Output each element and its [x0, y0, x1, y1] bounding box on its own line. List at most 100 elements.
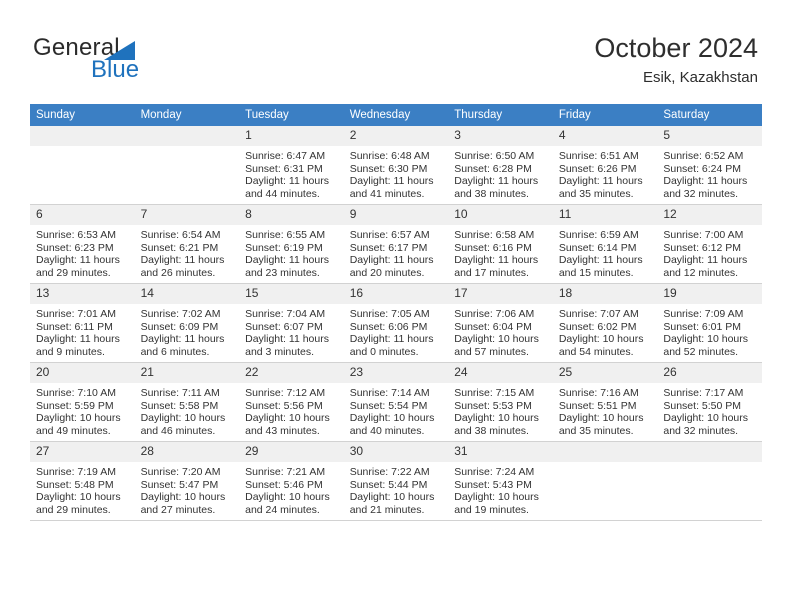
day-details: Sunrise: 7:19 AM Sunset: 5:48 PM Daylight:… — [30, 462, 135, 516]
sunset-text: Sunset: 5:50 PM — [663, 399, 742, 412]
daylight-text-line2: and 41 minutes. — [349, 187, 425, 200]
day-number: 19 — [657, 284, 762, 304]
daylight-text-line1: Daylight: 10 hours — [558, 333, 644, 346]
calendar-day-cell[interactable]: 17 Sunrise: 7:06 AM Sunset: 6:04 PM Dayligh… — [448, 283, 553, 363]
calendar-day-cell[interactable]: 10 Sunrise: 6:58 AM Sunset: 6:16 PM Dayligh… — [448, 204, 553, 284]
day-cell-inner: 10 Sunrise: 6:58 AM Sunset: 6:16 PM Dayligh… — [448, 205, 553, 283]
day-cell-inner: 14 Sunrise: 7:02 AM Sunset: 6:09 PM Dayligh… — [134, 284, 240, 362]
sunset-text: Sunset: 6:02 PM — [558, 320, 637, 333]
day-cell-inner: 7 Sunrise: 6:54 AM Sunset: 6:21 PM Daylight… — [134, 205, 240, 283]
sunrise-text: Sunrise: 7:21 AM — [245, 466, 326, 478]
day-number: 2 — [343, 126, 449, 146]
calendar-day-cell[interactable]: 14 Sunrise: 7:02 AM Sunset: 6:09 PM Dayligh… — [134, 283, 240, 363]
sunrise-text: Sunrise: 7:00 AM — [663, 229, 744, 241]
calendar-day-cell[interactable]: 5 Sunrise: 6:52 AM Sunset: 6:24 PM Daylight… — [657, 126, 762, 205]
day-details: Sunrise: 7:24 AM Sunset: 5:43 PM Daylight:… — [448, 462, 553, 516]
sunrise-text: Sunrise: 7:11 AM — [140, 387, 220, 399]
daylight-text-line1: Daylight: 10 hours — [349, 491, 435, 504]
day-details: Sunrise: 7:09 AM Sunset: 6:01 PM Daylight:… — [657, 304, 762, 358]
day-cell-inner: 29 Sunrise: 7:21 AM Sunset: 5:46 PM Dayligh… — [239, 442, 344, 520]
sunrise-text: Sunrise: 7:09 AM — [663, 308, 744, 320]
day-details: Sunrise: 7:22 AM Sunset: 5:44 PM Daylight:… — [344, 462, 449, 516]
calendar-day-cell[interactable]: 7 Sunrise: 6:54 AM Sunset: 6:21 PM Daylight… — [134, 204, 240, 284]
calendar-day-cell[interactable]: 11 Sunrise: 6:59 AM Sunset: 6:14 PM Dayligh… — [552, 204, 658, 284]
daylight-text-line2: and 15 minutes. — [558, 266, 634, 279]
day-number: 23 — [343, 363, 449, 383]
daylight-text-line2: and 20 minutes. — [349, 266, 425, 279]
sunset-text: Sunset: 6:31 PM — [245, 162, 323, 175]
day-details: Sunrise: 7:10 AM Sunset: 5:59 PM Daylight:… — [30, 383, 135, 437]
empty-day-strip — [134, 126, 240, 146]
calendar-day-cell[interactable]: 1 Sunrise: 6:47 AM Sunset: 6:31 PM Daylight… — [239, 126, 344, 205]
sunset-text: Sunset: 6:21 PM — [140, 241, 219, 254]
calendar-day-cell[interactable]: 25 Sunrise: 7:16 AM Sunset: 5:51 PM Dayligh… — [552, 362, 658, 442]
calendar-week-row: 20 Sunrise: 7:10 AM Sunset: 5:59 PM Dayligh… — [30, 362, 762, 442]
daylight-text-line1: Daylight: 11 hours — [663, 254, 748, 267]
calendar-day-cell[interactable]: 30 Sunrise: 7:22 AM Sunset: 5:44 PM Dayligh… — [343, 441, 449, 521]
calendar-header-row: Sunday Monday Tuesday Wednesday Thursday… — [30, 104, 762, 126]
day-number: 22 — [239, 363, 344, 383]
calendar-day-cell[interactable]: 19 Sunrise: 7:09 AM Sunset: 6:01 PM Dayligh… — [657, 283, 762, 363]
sunrise-text: Sunrise: 7:07 AM — [558, 308, 639, 320]
calendar-day-cell[interactable]: 27 Sunrise: 7:19 AM Sunset: 5:48 PM Dayligh… — [30, 441, 135, 521]
day-details: Sunrise: 7:21 AM Sunset: 5:46 PM Daylight:… — [239, 462, 344, 516]
day-details: Sunrise: 7:02 AM Sunset: 6:09 PM Daylight:… — [135, 304, 240, 358]
sunrise-text: Sunrise: 7:22 AM — [349, 466, 430, 478]
daylight-text-line1: Daylight: 11 hours — [36, 254, 120, 267]
calendar-day-cell[interactable]: 22 Sunrise: 7:12 AM Sunset: 5:56 PM Dayligh… — [239, 362, 344, 442]
day-number: 30 — [343, 442, 449, 462]
calendar-day-cell[interactable]: 31 Sunrise: 7:24 AM Sunset: 5:43 PM Dayligh… — [448, 441, 553, 521]
sunrise-text: Sunrise: 7:14 AM — [349, 387, 430, 399]
sunset-text: Sunset: 6:19 PM — [245, 241, 323, 254]
calendar-day-cell[interactable]: 16 Sunrise: 7:05 AM Sunset: 6:06 PM Dayligh… — [343, 283, 449, 363]
calendar-day-cell[interactable]: 26 Sunrise: 7:17 AM Sunset: 5:50 PM Dayligh… — [657, 362, 762, 442]
sunrise-text: Sunrise: 6:50 AM — [454, 150, 535, 162]
calendar-day-cell[interactable]: 8 Sunrise: 6:55 AM Sunset: 6:19 PM Daylight… — [239, 204, 344, 284]
calendar-day-cell[interactable]: 18 Sunrise: 7:07 AM Sunset: 6:02 PM Dayligh… — [552, 283, 658, 363]
daylight-text-line2: and 23 minutes. — [245, 266, 320, 279]
day-cell-inner: 22 Sunrise: 7:12 AM Sunset: 5:56 PM Dayligh… — [239, 363, 344, 441]
general-blue-logo[interactable]: General Blue — [33, 34, 213, 84]
calendar-day-cell[interactable]: 4 Sunrise: 6:51 AM Sunset: 6:26 PM Daylight… — [552, 126, 658, 205]
calendar-day-cell[interactable]: 6 Sunrise: 6:53 AM Sunset: 6:23 PM Daylight… — [30, 204, 135, 284]
daylight-text-line1: Daylight: 10 hours — [140, 412, 226, 425]
daylight-text-line2: and 27 minutes. — [140, 503, 216, 516]
calendar-day-cell[interactable]: 28 Sunrise: 7:20 AM Sunset: 5:47 PM Dayligh… — [134, 441, 240, 521]
daylight-text-line1: Daylight: 10 hours — [140, 491, 226, 504]
day-number: 10 — [448, 205, 553, 225]
calendar-day-cell[interactable]: 20 Sunrise: 7:10 AM Sunset: 5:59 PM Dayligh… — [30, 362, 135, 442]
daylight-text-line1: Daylight: 10 hours — [245, 491, 330, 504]
calendar-day-cell[interactable]: 9 Sunrise: 6:57 AM Sunset: 6:17 PM Daylight… — [343, 204, 449, 284]
day-cell-inner: 27 Sunrise: 7:19 AM Sunset: 5:48 PM Dayligh… — [30, 442, 135, 520]
calendar-day-cell[interactable]: 24 Sunrise: 7:15 AM Sunset: 5:53 PM Dayligh… — [448, 362, 553, 442]
daylight-text-line2: and 21 minutes. — [349, 503, 425, 516]
daylight-text-line1: Daylight: 10 hours — [36, 491, 121, 504]
daylight-text-line1: Daylight: 11 hours — [245, 254, 329, 267]
day-cell-inner: 16 Sunrise: 7:05 AM Sunset: 6:06 PM Dayligh… — [343, 284, 449, 362]
day-details: Sunrise: 7:14 AM Sunset: 5:54 PM Daylight:… — [344, 383, 449, 437]
sunrise-text: Sunrise: 7:15 AM — [454, 387, 535, 399]
daylight-text-line2: and 32 minutes. — [663, 424, 739, 437]
daylight-text-line2: and 35 minutes. — [558, 187, 634, 200]
calendar-day-cell[interactable]: 29 Sunrise: 7:21 AM Sunset: 5:46 PM Dayligh… — [239, 441, 344, 521]
calendar-day-cell[interactable]: 15 Sunrise: 7:04 AM Sunset: 6:07 PM Dayligh… — [239, 283, 344, 363]
day-cell-inner: 20 Sunrise: 7:10 AM Sunset: 5:59 PM Dayligh… — [30, 363, 135, 441]
sunset-text: Sunset: 5:47 PM — [140, 478, 219, 491]
day-cell-inner: 31 Sunrise: 7:24 AM Sunset: 5:43 PM Dayligh… — [448, 442, 553, 520]
day-cell-inner: 3 Sunrise: 6:50 AM Sunset: 6:28 PM Daylight… — [448, 126, 553, 204]
calendar-day-cell[interactable]: 13 Sunrise: 7:01 AM Sunset: 6:11 PM Dayligh… — [30, 283, 135, 363]
calendar-day-cell[interactable]: 21 Sunrise: 7:11 AM Sunset: 5:58 PM Dayligh… — [134, 362, 240, 442]
calendar-day-cell[interactable]: 3 Sunrise: 6:50 AM Sunset: 6:28 PM Daylight… — [448, 126, 553, 205]
daylight-text-line2: and 9 minutes. — [36, 345, 105, 358]
calendar-day-cell[interactable]: 2 Sunrise: 6:48 AM Sunset: 6:30 PM Daylight… — [343, 126, 449, 205]
sunset-text: Sunset: 6:04 PM — [454, 320, 532, 333]
calendar-day-cell[interactable]: 23 Sunrise: 7:14 AM Sunset: 5:54 PM Dayligh… — [343, 362, 449, 442]
day-cell-inner: 11 Sunrise: 6:59 AM Sunset: 6:14 PM Dayligh… — [552, 205, 658, 283]
day-cell-inner: 25 Sunrise: 7:16 AM Sunset: 5:51 PM Dayligh… — [552, 363, 658, 441]
calendar-day-cell[interactable]: 12 Sunrise: 7:00 AM Sunset: 6:12 PM Dayligh… — [657, 204, 762, 284]
day-number: 9 — [343, 205, 449, 225]
day-number: 15 — [239, 284, 344, 304]
sunrise-text: Sunrise: 6:57 AM — [349, 229, 430, 241]
daylight-text-line2: and 52 minutes. — [663, 345, 739, 358]
day-details: Sunrise: 6:53 AM Sunset: 6:23 PM Daylight:… — [30, 225, 135, 279]
